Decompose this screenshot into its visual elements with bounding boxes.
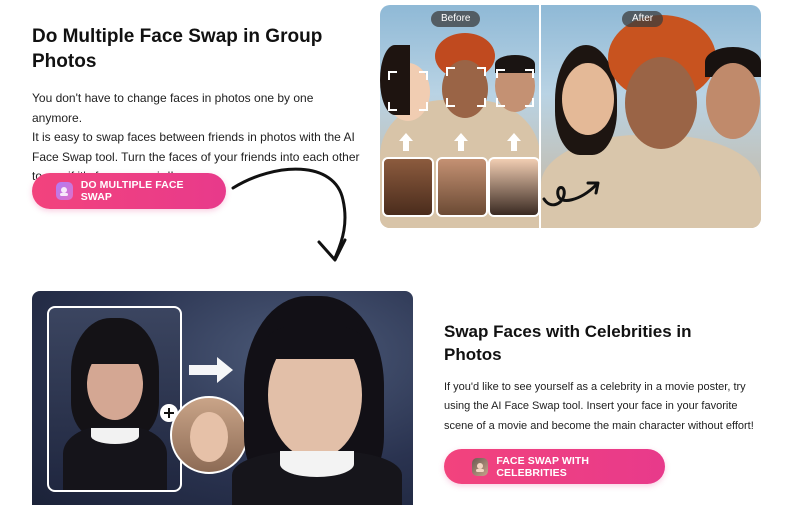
thumbnail-face <box>488 157 540 217</box>
section-celebrity-swap: Swap Faces with Celebrities in Photos If… <box>444 320 784 436</box>
section-heading: Swap Faces with Celebrities in Photos <box>444 320 784 366</box>
curved-arrow-icon <box>231 167 347 262</box>
paragraph-line: It is easy to swap faces between friends… <box>32 130 355 145</box>
result-bangs <box>268 325 362 359</box>
source-portrait <box>47 306 182 492</box>
face-swap-with-celebrities-button[interactable]: FACE SWAP WITH CELEBRITIES <box>444 449 665 484</box>
face-frame-icon <box>446 67 486 107</box>
after-face-left <box>562 63 614 135</box>
heading-line-2: Photos <box>32 51 97 72</box>
do-multiple-face-swap-button[interactable]: DO MULTIPLE FACE SWAP <box>32 173 226 209</box>
paragraph-line: You don't have to change faces in photos… <box>32 91 314 125</box>
user-face-circle <box>170 396 248 474</box>
thumbnail-face <box>382 157 434 217</box>
paragraph-line: scene of a movie and become the main cha… <box>444 419 754 432</box>
paragraph-line: using the AI Face Swap tool. Insert your… <box>444 400 738 413</box>
section-paragraph: If you'd like to see yourself as a celeb… <box>444 378 784 436</box>
celebrity-app-icon <box>472 457 489 476</box>
thumbnail-face <box>436 157 488 217</box>
result-collar <box>280 451 354 477</box>
before-after-image: Before After <box>380 5 761 228</box>
section-heading: Do Multiple Face Swap in Group Photos <box>32 24 362 74</box>
heading-line-1: Do Multiple Face Swap in Group <box>32 26 323 47</box>
face-swap-app-icon <box>56 182 73 200</box>
heading-line-1: Swap Faces with Celebrities in <box>444 322 692 341</box>
up-arrow-icon <box>454 133 468 151</box>
face-frame-icon <box>496 69 534 107</box>
heading-line-2: Photos <box>444 345 502 364</box>
after-face-right <box>706 63 760 139</box>
up-arrow-icon <box>399 133 413 151</box>
celebrity-swap-image <box>32 291 413 505</box>
paragraph-line: If you'd like to see yourself as a celeb… <box>444 381 746 393</box>
button-label: DO MULTIPLE FACE SWAP <box>80 179 184 203</box>
swap-swirl-icon <box>542 181 600 207</box>
after-label: After <box>622 11 664 27</box>
after-face-center <box>625 57 697 149</box>
right-arrow-icon <box>189 357 233 383</box>
before-label: Before <box>431 11 481 27</box>
face-frame-icon <box>388 71 428 111</box>
up-arrow-icon <box>507 133 521 151</box>
button-label: FACE SWAP WITH CELEBRITIES <box>496 454 590 479</box>
